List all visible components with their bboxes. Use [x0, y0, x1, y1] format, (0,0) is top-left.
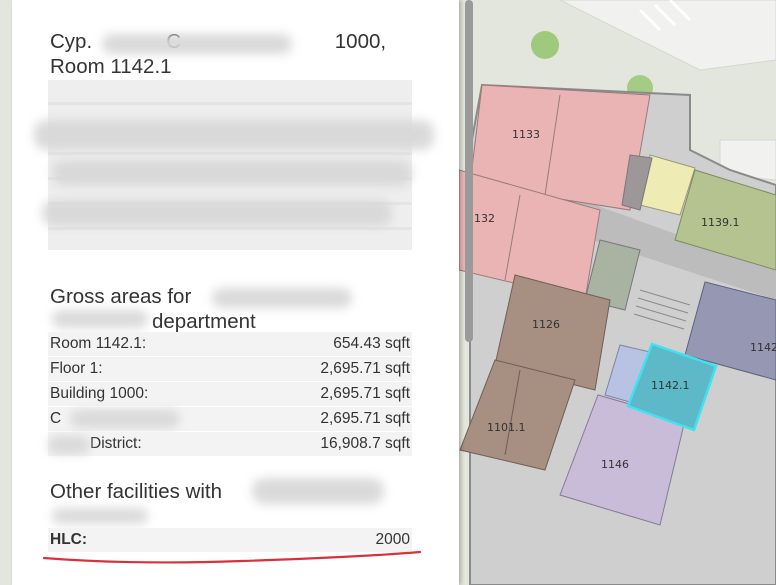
room-label-1142: 1142 — [750, 341, 776, 354]
area-row-building: Building 1000: 2,695.71 sqft — [48, 382, 412, 406]
room-label-1142.1: 1142.1 — [651, 379, 690, 392]
area-label: Room 1142.1: — [50, 335, 147, 352]
area-label: Building 1000: — [50, 385, 149, 402]
redaction-dept-2 — [52, 310, 148, 328]
area-label: C — [50, 410, 62, 427]
room-label-1101.1: 1101.1 — [487, 421, 526, 434]
area-value: 2,695.71 sqft — [320, 385, 410, 402]
area-row-floor: Floor 1: 2,695.71 sqft — [48, 357, 412, 381]
room-label-132: 132 — [474, 212, 495, 225]
area-value: 2,695.71 sqft — [320, 410, 410, 427]
area-value: 2,695.71 sqft — [320, 360, 410, 377]
area-label: Floor 1: — [50, 360, 103, 377]
redaction-other-2 — [52, 508, 148, 524]
redaction-attr-2 — [52, 160, 412, 186]
room-label-1139.1: 1139.1 — [701, 216, 740, 229]
area-row-room: Room 1142.1: 654.43 sqft — [48, 332, 412, 356]
facility-value: 2000 — [375, 531, 410, 548]
area-value: 654.43 sqft — [333, 335, 410, 352]
facility-label: HLC: — [50, 531, 88, 548]
info-panel: Cyp. C 1000, Room 1142.1 Gross areas for… — [12, 0, 459, 585]
redaction-other — [252, 478, 384, 504]
title-room: Room 1142.1 — [50, 55, 172, 78]
area-value: 16,908.7 sqft — [320, 435, 410, 452]
room-label-1146: 1146 — [601, 458, 629, 471]
redaction-attr-3 — [42, 200, 392, 226]
redaction-campus — [70, 410, 180, 428]
panel-scrollbar[interactable] — [465, 0, 473, 342]
room-label-1126: 1126 — [532, 318, 560, 331]
room-label-1133: 1133 — [512, 128, 540, 141]
redaction-attr-1 — [34, 120, 434, 150]
area-row-district: District: 16,908.7 sqft — [48, 432, 412, 456]
red-annotation-underline — [42, 550, 422, 564]
redaction-district — [48, 436, 90, 454]
redaction-dept — [212, 288, 352, 308]
redaction-title — [102, 34, 292, 54]
